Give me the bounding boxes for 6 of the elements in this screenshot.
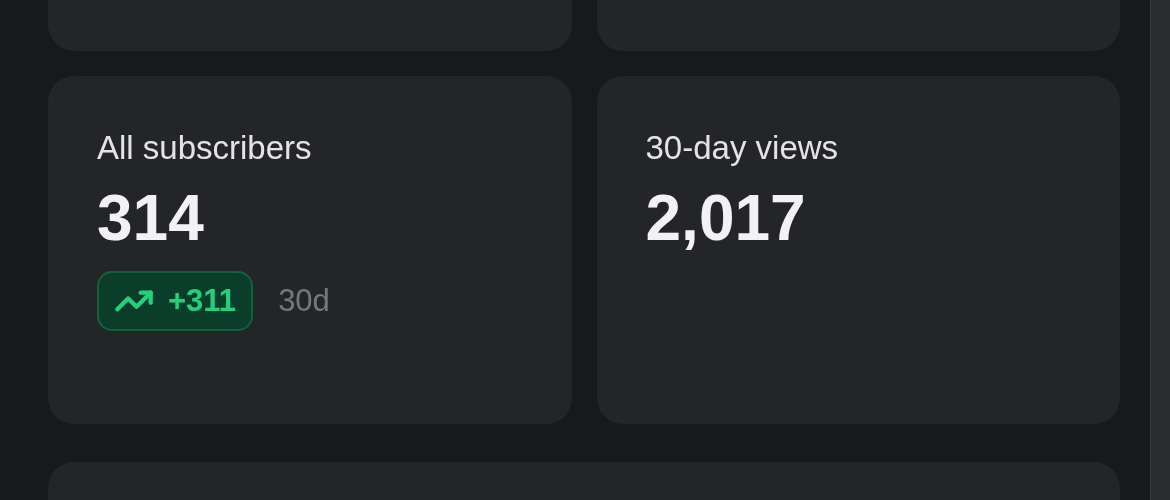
stat-label: 30-day views (645, 128, 839, 168)
stat-label: All subscribers (97, 128, 312, 168)
stat-value: 2,017 (645, 182, 806, 254)
change-period: 30d (278, 281, 330, 320)
stat-value: 314 (97, 182, 204, 254)
change-value: +311 (168, 281, 237, 320)
